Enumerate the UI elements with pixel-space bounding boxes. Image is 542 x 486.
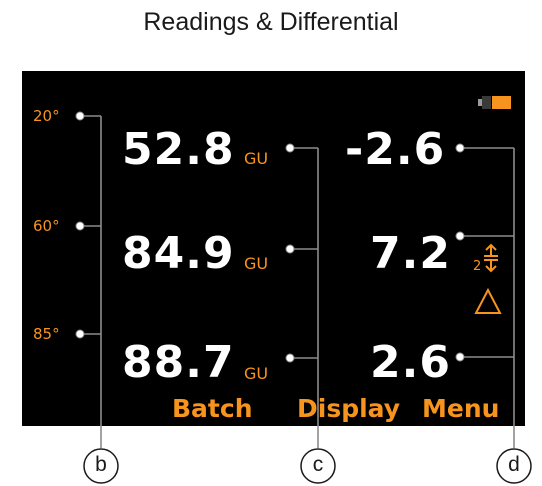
reading-20-unit: GU [244, 149, 269, 168]
differential-20: -2.6 [345, 124, 446, 175]
softkey-menu[interactable]: Menu [422, 394, 499, 423]
differential-indicator-label: 2 [473, 259, 482, 274]
reading-60-unit: GU [244, 254, 269, 273]
reading-85-unit: GU [244, 364, 269, 383]
differential-60: 7.2 [370, 228, 451, 279]
reading-85-value: 88.7 [122, 337, 235, 388]
callout-b: b [95, 453, 107, 476]
reading-20-value: 52.8 [122, 124, 235, 175]
callout-c: c [312, 453, 324, 476]
reading-60-value: 84.9 [122, 228, 235, 279]
angle-label-85: 85° [33, 325, 60, 343]
callout-d: d [508, 453, 520, 476]
diagram-title: Readings & Differential [143, 8, 399, 36]
softkey-display[interactable]: Display [297, 394, 400, 423]
angle-label-20: 20° [33, 107, 60, 125]
softkey-batch[interactable]: Batch [172, 394, 253, 423]
angle-label-60: 60° [33, 217, 60, 235]
differential-85: 2.6 [370, 337, 451, 388]
